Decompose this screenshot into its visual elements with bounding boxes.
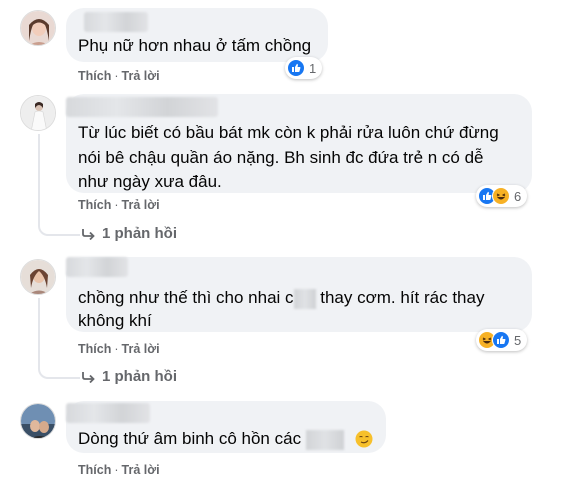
like-link[interactable]: Thích <box>78 463 111 477</box>
reaction-count: 5 <box>514 332 522 348</box>
comment-text: Dòng thứ âm binh cô hồn các <box>78 426 345 451</box>
avatar[interactable] <box>20 95 56 131</box>
author-name-redacted[interactable] <box>66 403 150 423</box>
redacted-word <box>293 288 316 309</box>
reaction-count: 6 <box>514 188 522 204</box>
separator: · <box>114 198 119 212</box>
replies-count-label: 1 phản hồi <box>102 225 177 242</box>
comment-text-line-1: Từ lúc biết có bầu bát mk còn k phải rửa… <box>78 123 499 142</box>
author-name-redacted[interactable] <box>84 12 148 32</box>
like-reaction-icon <box>492 331 510 349</box>
like-link[interactable]: Thích <box>78 198 111 212</box>
reaction-count: 1 <box>309 60 317 76</box>
reply-link[interactable]: Trả lời <box>122 463 160 477</box>
reply-link[interactable]: Trả lời <box>122 342 160 356</box>
avatar[interactable] <box>20 10 56 46</box>
reaction-summary[interactable]: 5 <box>476 329 528 351</box>
separator: · <box>114 69 119 83</box>
avatar[interactable] <box>20 403 56 439</box>
view-replies-link[interactable]: 1 phản hồi <box>82 225 177 242</box>
haha-reaction-icon <box>492 187 510 205</box>
comment-actions: Thích · Trả lời <box>78 198 160 212</box>
smirk-emoji-icon <box>355 430 373 448</box>
comment-text-part: thay cơm. hít rác thay <box>315 288 485 307</box>
comment-actions: Thích · Trả lời <box>78 463 160 477</box>
redacted-word <box>306 429 345 450</box>
like-link[interactable]: Thích <box>78 342 111 356</box>
reply-link[interactable]: Trả lời <box>122 69 160 83</box>
reply-arrow-icon <box>82 228 95 240</box>
comment-text: Phụ nữ hơn nhau ở tấm chồng <box>78 36 312 55</box>
author-name-redacted[interactable] <box>66 257 128 277</box>
comment-text-line-1: chồng như thế thì cho nhai c thay cơm. h… <box>78 285 484 310</box>
comment-actions: Thích · Trả lời <box>78 342 160 356</box>
avatar[interactable] <box>20 259 56 295</box>
comment-text-line-2: không khí <box>78 311 152 330</box>
like-reaction-icon <box>287 59 305 77</box>
author-name-redacted[interactable] <box>66 97 218 117</box>
separator: · <box>114 342 119 356</box>
reaction-summary[interactable]: 6 <box>476 185 528 207</box>
comment-text-part: chồng như thế thì cho nhai c <box>78 288 294 307</box>
comment-text-line-3: như ngày xưa đâu. <box>78 172 222 191</box>
separator: · <box>114 463 119 477</box>
reply-arrow-icon <box>82 371 95 383</box>
reaction-summary[interactable]: 1 <box>285 57 323 79</box>
comment-text-line-2: nói bê chậu quần áo nặng. Bh sinh đc đứa… <box>78 148 484 167</box>
view-replies-link[interactable]: 1 phản hồi <box>82 368 177 385</box>
reply-link[interactable]: Trả lời <box>122 198 160 212</box>
replies-count-label: 1 phản hồi <box>102 368 177 385</box>
comment-text-part: Dòng thứ âm binh cô hồn các <box>78 429 302 448</box>
like-link[interactable]: Thích <box>78 69 111 83</box>
comment-actions: Thích · Trả lời <box>78 69 160 83</box>
